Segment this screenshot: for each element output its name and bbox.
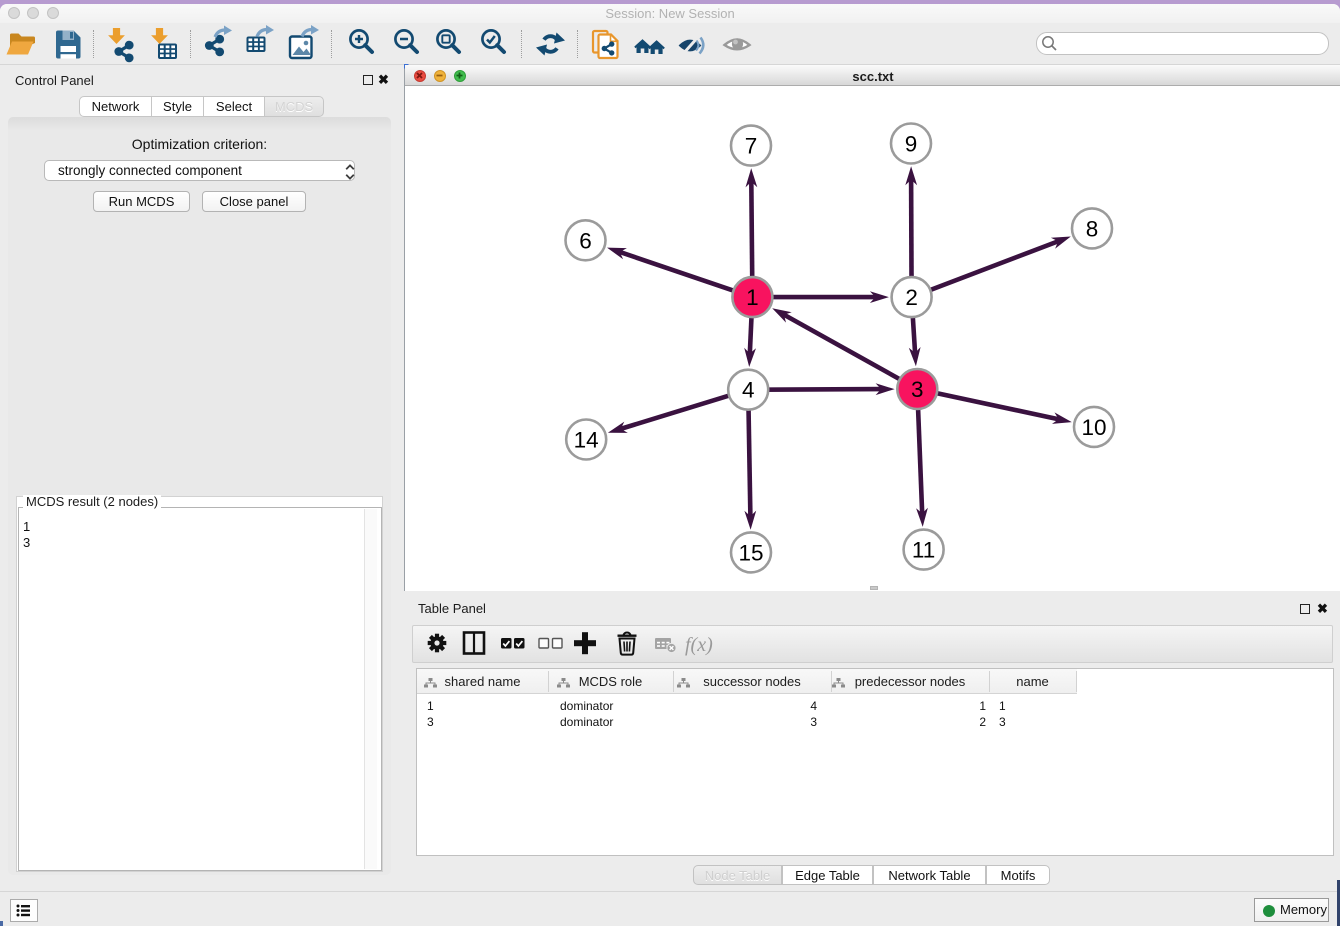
svg-text:3: 3 <box>911 377 924 402</box>
svg-text:9: 9 <box>905 132 918 157</box>
svg-text:10: 10 <box>1081 415 1106 440</box>
svg-text:15: 15 <box>738 540 763 565</box>
svg-text:f(x): f(x) <box>685 634 713 656</box>
svg-text:11: 11 <box>912 538 935 563</box>
svg-text:14: 14 <box>574 428 599 453</box>
svg-text:4: 4 <box>742 378 755 403</box>
svg-text:2: 2 <box>905 285 918 310</box>
svg-text:6: 6 <box>579 228 592 253</box>
svg-text:8: 8 <box>1086 216 1099 241</box>
svg-text:1: 1 <box>746 285 759 310</box>
svg-text:7: 7 <box>745 134 758 159</box>
